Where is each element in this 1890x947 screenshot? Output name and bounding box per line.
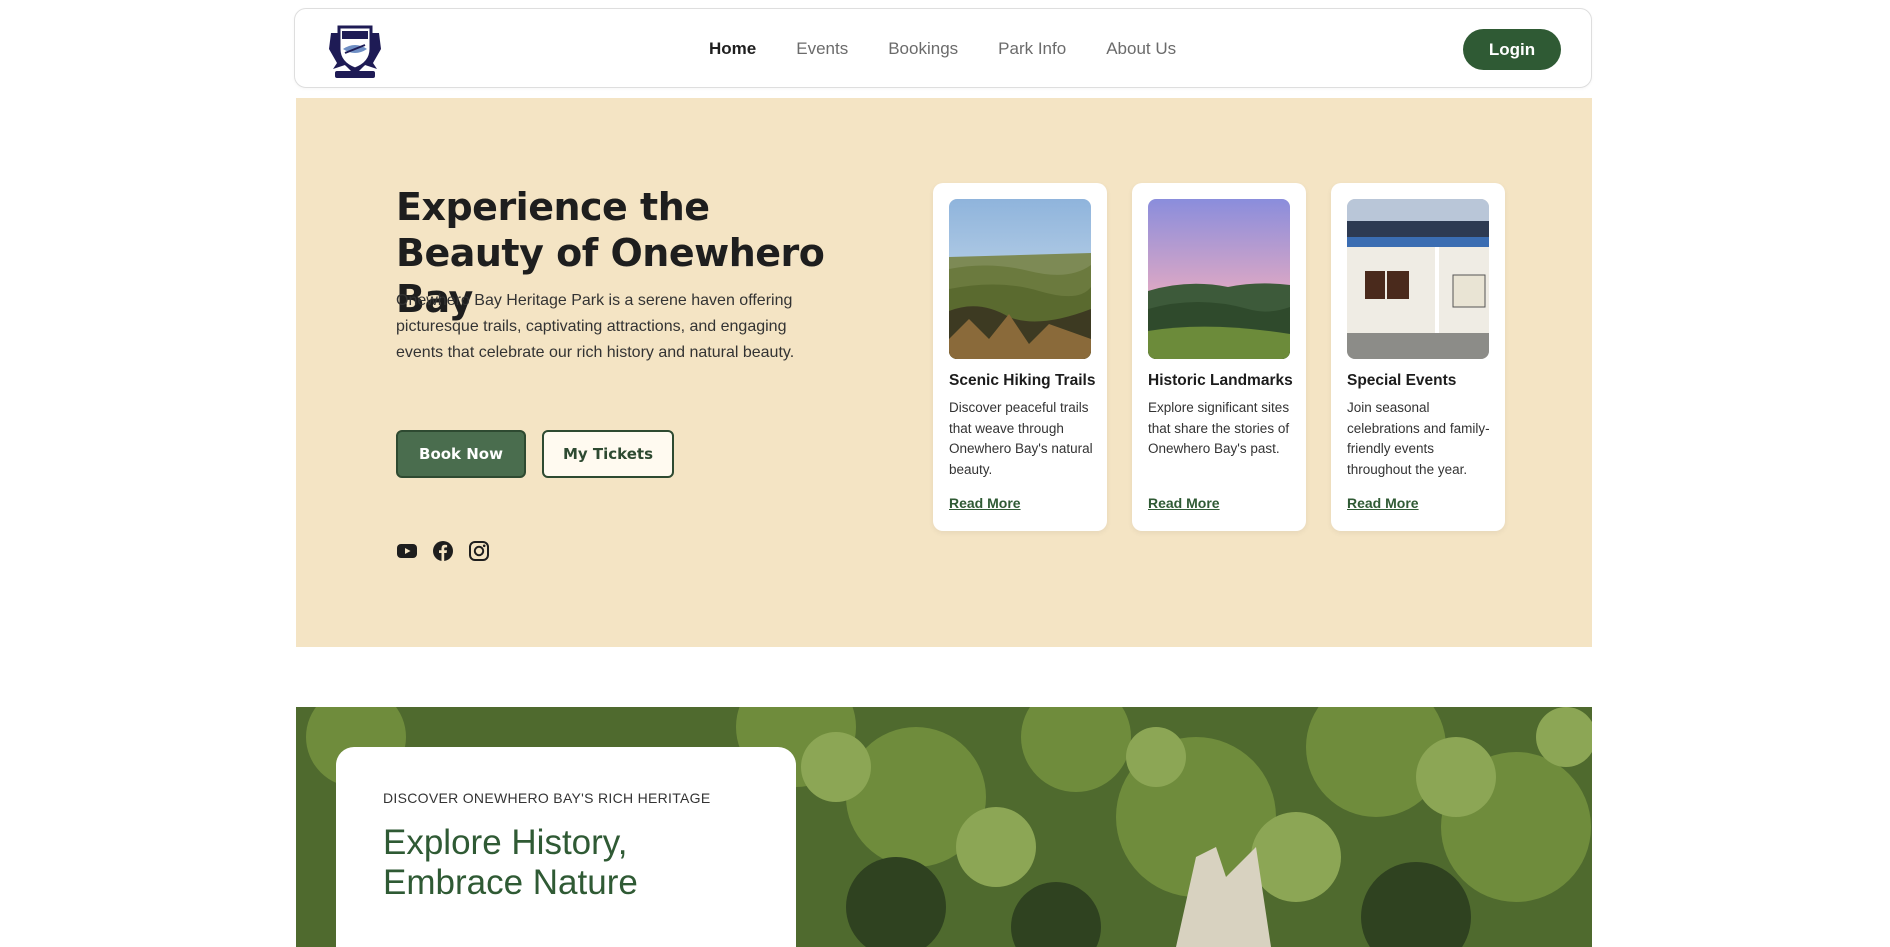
heritage-section: DISCOVER ONEWHERO BAY'S RICH HERITAGE Ex… — [296, 707, 1592, 947]
special-events-image — [1347, 199, 1489, 359]
heritage-card: DISCOVER ONEWHERO BAY'S RICH HERITAGE Ex… — [336, 747, 796, 947]
main-nav: Home Events Bookings Park Info About Us — [709, 9, 1176, 89]
login-button[interactable]: Login — [1463, 29, 1561, 70]
social-links — [396, 540, 490, 562]
logo-crest-icon[interactable] — [325, 19, 385, 81]
card-text: Join seasonal celebrations and family-fr… — [1347, 400, 1490, 477]
historic-landmarks-image — [1148, 199, 1290, 359]
nav-about-us[interactable]: About Us — [1106, 39, 1176, 59]
card-title: Special Events — [1347, 372, 1457, 389]
hero-section: Experience the Beauty of Onewhero Bay On… — [296, 98, 1592, 647]
read-more-link[interactable]: Read More — [1148, 495, 1220, 511]
navbar: Home Events Bookings Park Info About Us … — [294, 8, 1592, 88]
section-eyebrow: DISCOVER ONEWHERO BAY'S RICH HERITAGE — [383, 790, 711, 806]
nav-home[interactable]: Home — [709, 39, 756, 59]
read-more-link[interactable]: Read More — [949, 495, 1021, 511]
card-title: Scenic Hiking Trails — [949, 372, 1096, 389]
facebook-icon[interactable] — [432, 540, 454, 562]
card-historic-landmarks: Historic Landmarks Explore significant s… — [1132, 183, 1306, 531]
hiking-trails-image — [949, 199, 1091, 359]
nav-bookings[interactable]: Bookings — [888, 39, 958, 59]
my-tickets-button[interactable]: My Tickets — [542, 430, 674, 478]
card-title: Historic Landmarks — [1148, 372, 1293, 389]
instagram-icon[interactable] — [468, 540, 490, 562]
card-special-events: Special Events Join seasonal celebration… — [1331, 183, 1505, 531]
card-scenic-trails: Scenic Hiking Trails Discover peaceful t… — [933, 183, 1107, 531]
nav-park-info[interactable]: Park Info — [998, 39, 1066, 59]
book-now-button[interactable]: Book Now — [396, 430, 526, 478]
heritage-title: Explore History, Embrace Nature — [383, 823, 638, 902]
card-text: Explore significant sites that share the… — [1148, 400, 1290, 456]
nav-events[interactable]: Events — [796, 39, 848, 59]
hero-description: Onewhero Bay Heritage Park is a serene h… — [396, 292, 795, 361]
card-text: Discover peaceful trails that weave thro… — [949, 400, 1093, 477]
youtube-icon[interactable] — [396, 540, 418, 562]
read-more-link[interactable]: Read More — [1347, 495, 1419, 511]
